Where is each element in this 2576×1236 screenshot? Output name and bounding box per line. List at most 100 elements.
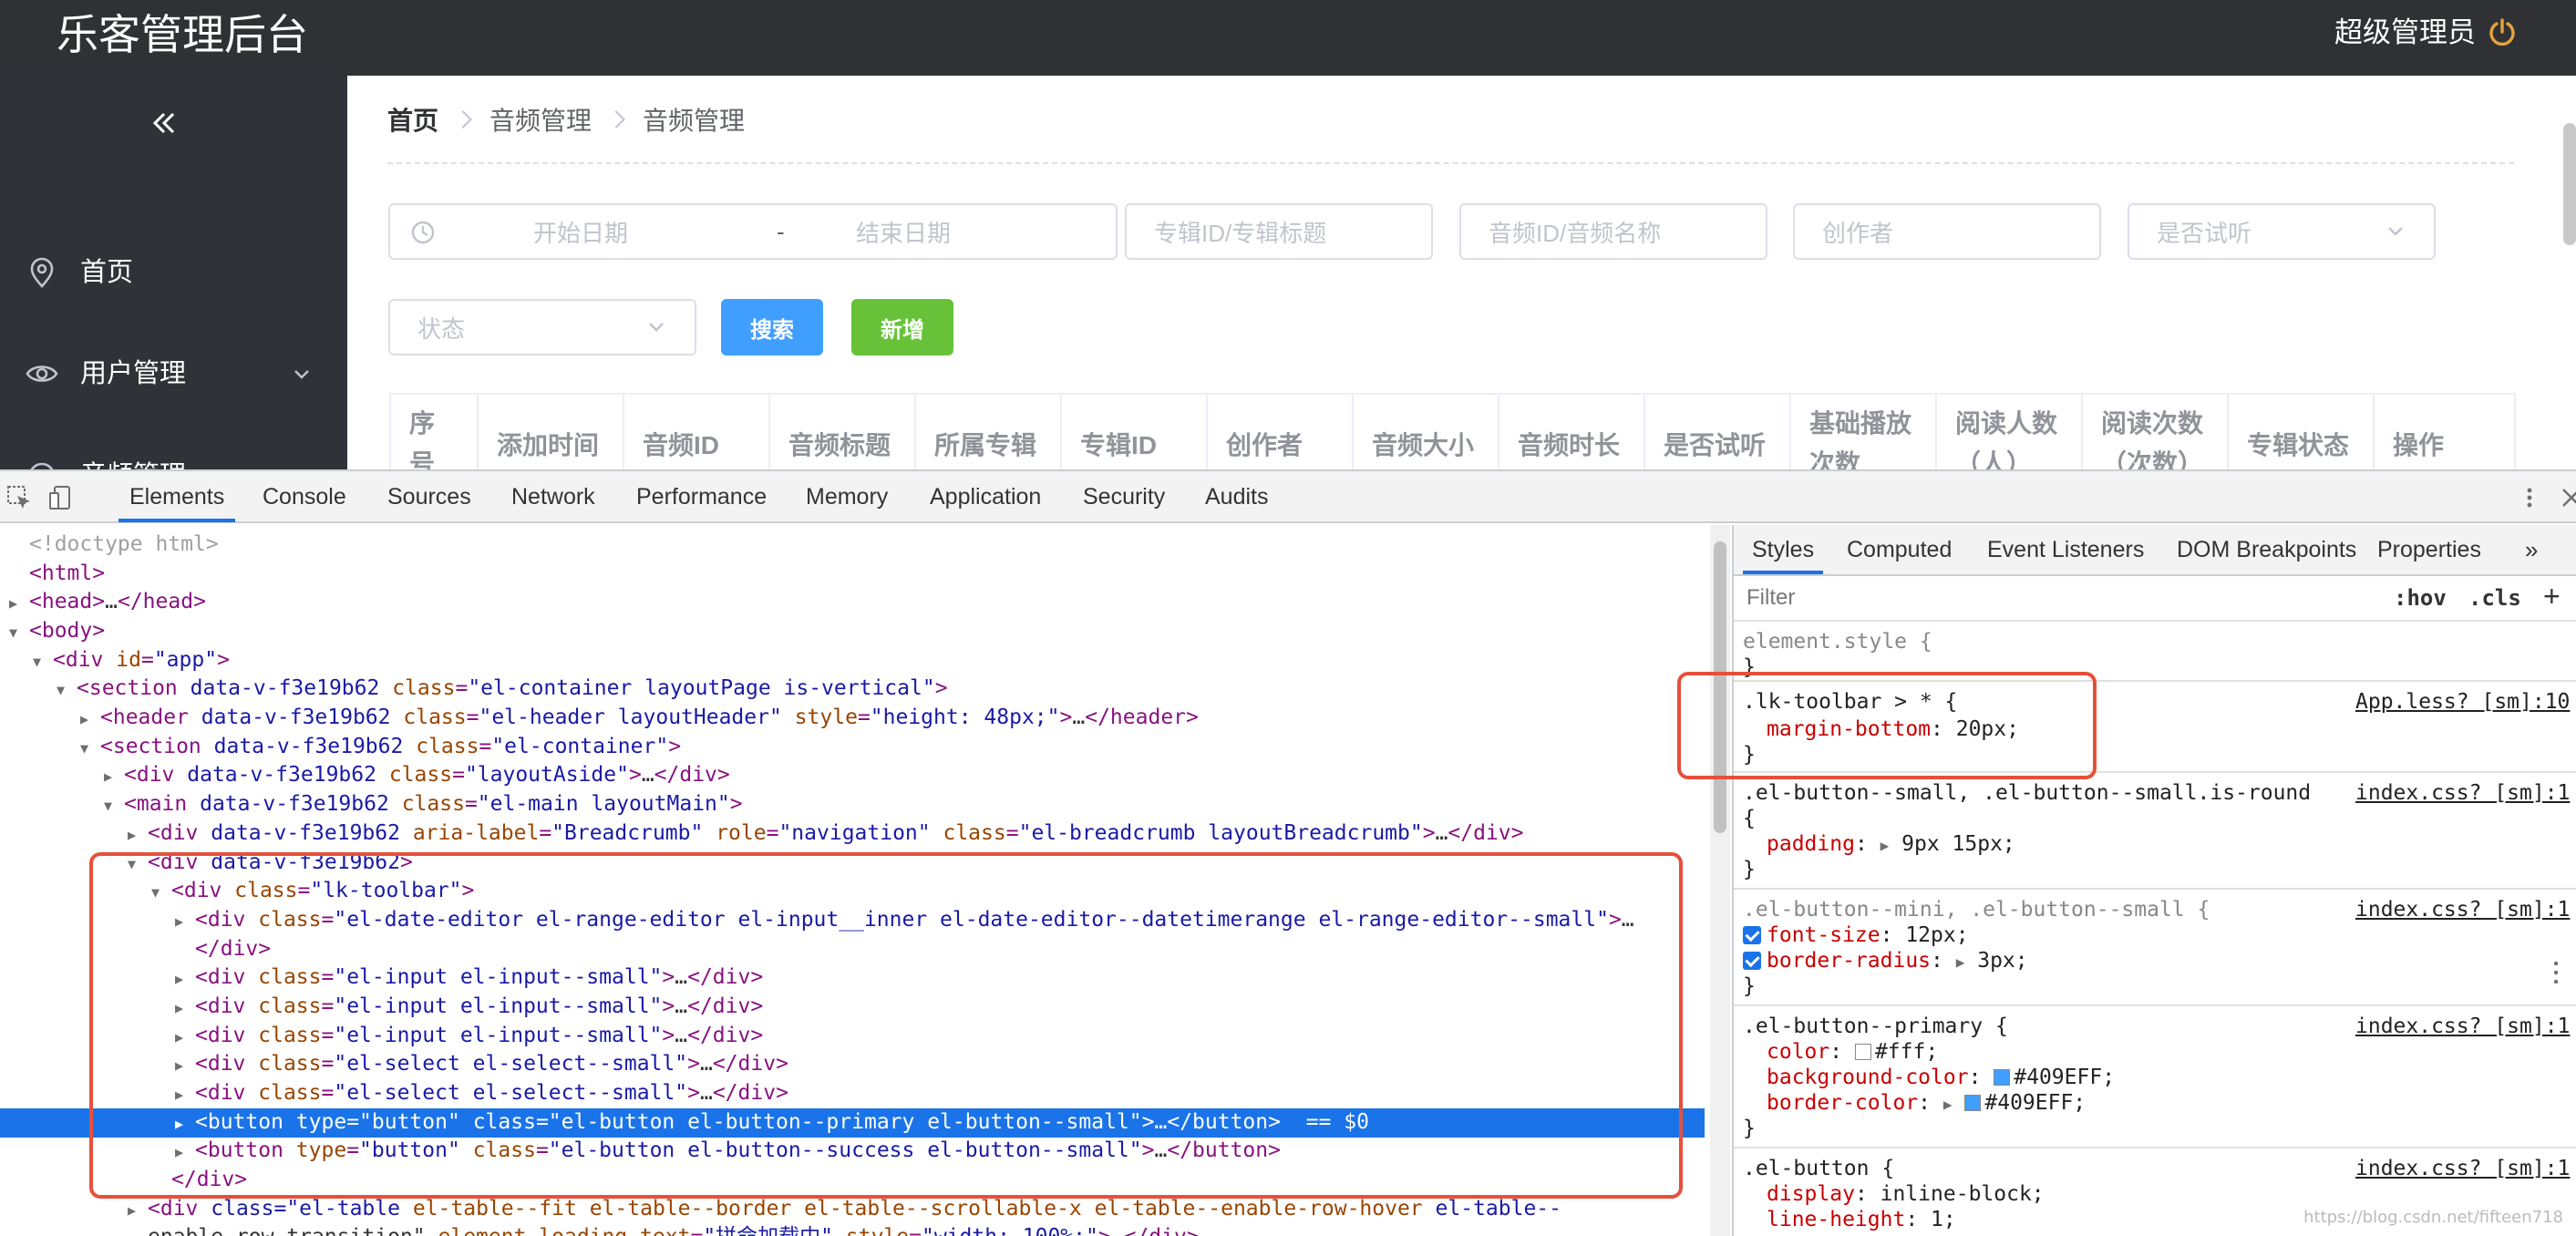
dom-node-line[interactable]: enable-row-transition" element-loading-t…: [0, 1223, 1705, 1236]
expand-triangle-icon[interactable]: ▼: [80, 735, 100, 764]
page-scrollbar[interactable]: [2563, 123, 2576, 245]
collapse-triangle-icon[interactable]: ▶: [80, 706, 100, 735]
column-header: 基础播放次数: [1791, 395, 1937, 469]
album-placeholder: 专辑ID/专辑标题: [1154, 219, 1327, 247]
cls-toggle[interactable]: .cls: [2468, 585, 2521, 611]
elements-scrollbar[interactable]: [1710, 525, 1730, 1236]
dom-node-line[interactable]: ▼ <main data-v-f3e19b62 class="el-main la…: [0, 790, 1705, 819]
breadcrumb-item[interactable]: 音频管理: [489, 101, 592, 138]
column-header: 专辑状态: [2229, 395, 2375, 469]
creator-input[interactable]: 创作者: [1793, 203, 2101, 260]
date-range-picker[interactable]: 开始日期 - 结束日期: [388, 203, 1118, 260]
dom-node-line[interactable]: ▼ <div id="app">: [0, 646, 1705, 675]
highlight-box-rule: [1677, 672, 2097, 779]
collapse-triangle-icon[interactable]: ▶: [128, 1197, 148, 1226]
property-checkbox[interactable]: [1743, 926, 1761, 944]
divider: [387, 162, 2514, 164]
album-search-input[interactable]: 专辑ID/专辑标题: [1125, 203, 1433, 260]
dom-node-line[interactable]: ▶ <head>…</head>: [0, 588, 1705, 617]
dom-node-line[interactable]: ▼ <body>: [0, 617, 1705, 646]
sidebar-item-users[interactable]: 用户管理: [0, 332, 347, 414]
end-date-input[interactable]: 结束日期: [856, 215, 951, 249]
filter-input[interactable]: Filter: [1747, 585, 1795, 611]
collapse-icon[interactable]: [146, 105, 182, 141]
dom-node-line[interactable]: <html>: [0, 560, 1705, 589]
tab-application[interactable]: Application: [930, 471, 1041, 522]
rule-source-link[interactable]: index.css? [sm]:1: [2355, 780, 2570, 806]
tab-properties[interactable]: Properties: [2377, 525, 2481, 574]
dom-node-line[interactable]: ▼ <section data-v-f3e19b62 class="el-cont…: [0, 733, 1705, 762]
tab-event-listeners[interactable]: Event Listeners: [1987, 525, 2144, 574]
tab-dom-breakpoints[interactable]: DOM Breakpoints: [2177, 525, 2356, 574]
dom-node-line[interactable]: ▶ <div data-v-f3e19b62 class="layoutAside…: [0, 761, 1705, 790]
rule-selector: .el-button--mini, .el-button--small {: [1743, 898, 2210, 922]
expand-triangle-icon[interactable]: ▼: [33, 648, 53, 677]
color-swatch[interactable]: [1994, 1069, 2011, 1086]
chevron-down-icon: [294, 370, 309, 379]
tab-network[interactable]: Network: [511, 471, 595, 522]
expand-triangle-icon[interactable]: ▼: [104, 792, 124, 821]
power-icon[interactable]: [2487, 17, 2518, 48]
rule-source-link[interactable]: index.css? [sm]:1: [2355, 1014, 2570, 1039]
chevron-down-icon: [2388, 227, 2403, 236]
dom-node-line[interactable]: ▶ <div data-v-f3e19b62 aria-label="Breadc…: [0, 819, 1705, 849]
tab-elements[interactable]: Elements: [118, 471, 236, 522]
style-property: border-color: ▶ #409EFF;: [1767, 1091, 2087, 1115]
style-property: background-color: #409EFF;: [1767, 1066, 2116, 1089]
app-title: 乐客管理后台: [57, 11, 308, 58]
tab-performance[interactable]: Performance: [636, 471, 767, 522]
tab-audits[interactable]: Audits: [1205, 471, 1268, 522]
column-header: 专辑ID: [1062, 395, 1208, 469]
trial-select[interactable]: 是否试听: [2128, 203, 2436, 260]
creator-placeholder: 创作者: [1822, 219, 1894, 247]
dom-node-line[interactable]: <!doctype html>: [0, 530, 1705, 560]
tab-security[interactable]: Security: [1083, 471, 1165, 522]
column-header: 阅读次数（次数）: [2083, 395, 2229, 469]
style-property: border-radius: ▶ 3px;: [1743, 948, 2028, 975]
rule-close: }: [1743, 858, 1756, 881]
search-button[interactable]: 搜索: [721, 299, 823, 355]
watermark: https://blog.csdn.net/fifteen718: [2303, 1208, 2563, 1227]
trial-placeholder: 是否试听: [2157, 219, 2252, 247]
add-button[interactable]: 新增: [851, 299, 953, 355]
expand-triangle-icon[interactable]: ▼: [57, 676, 77, 706]
dom-node-line[interactable]: ▼ <section data-v-f3e19b62 class="el-cont…: [0, 675, 1705, 704]
hov-toggle[interactable]: :hov: [2394, 585, 2447, 611]
new-rule-icon[interactable]: +: [2543, 580, 2561, 613]
sidebar-item-home[interactable]: 首页: [0, 231, 347, 313]
more-tabs-icon[interactable]: »: [2525, 525, 2538, 574]
collapse-triangle-icon[interactable]: ▶: [128, 821, 148, 850]
rule-source-link[interactable]: index.css? [sm]:1: [2355, 1156, 2570, 1181]
start-date-input[interactable]: 开始日期: [533, 215, 628, 249]
breadcrumb-item[interactable]: 首页: [387, 101, 438, 138]
tab-computed[interactable]: Computed: [1847, 525, 1952, 574]
style-rule: .el-button--primary { index.css? [sm]:1 …: [1734, 1006, 2576, 1148]
style-property: color: #fff;: [1767, 1040, 1939, 1064]
color-swatch[interactable]: [1854, 1044, 1871, 1060]
rule-source-link[interactable]: index.css? [sm]:1: [2355, 897, 2570, 922]
dom-node-line[interactable]: ▶ <header data-v-f3e19b62 class="el-heade…: [0, 704, 1705, 733]
close-icon[interactable]: [2558, 484, 2576, 511]
tab-console[interactable]: Console: [263, 471, 346, 522]
audio-search-input[interactable]: 音频ID/音频名称: [1459, 203, 1767, 260]
rule-source-link[interactable]: App.less? [sm]:10: [2355, 689, 2570, 715]
admin-label[interactable]: 超级管理员: [2334, 13, 2476, 53]
tab-sources[interactable]: Sources: [387, 471, 471, 522]
dom-node-line[interactable]: ▶ <div class="el-table el-table--fit el-t…: [0, 1195, 1705, 1224]
status-select[interactable]: 状态: [388, 299, 696, 355]
property-checkbox[interactable]: [1743, 952, 1761, 970]
chevron-right-icon: [607, 110, 625, 129]
styles-tabbar: Styles Computed Event Listeners DOM Brea…: [1734, 525, 2576, 576]
expand-triangle-icon[interactable]: ▼: [9, 619, 29, 648]
color-swatch[interactable]: [1964, 1095, 1982, 1111]
more-vert-icon[interactable]: [2550, 959, 2561, 986]
rule-selector: .el-button--primary {: [1743, 1015, 2008, 1038]
more-vert-icon[interactable]: [2516, 484, 2543, 511]
inspect-icon[interactable]: [5, 484, 33, 511]
collapse-triangle-icon[interactable]: ▶: [9, 590, 29, 619]
device-toggle-icon[interactable]: [47, 484, 75, 511]
column-header: 所属专辑: [916, 395, 1062, 469]
tab-memory[interactable]: Memory: [806, 471, 888, 522]
collapse-triangle-icon[interactable]: ▶: [104, 763, 124, 792]
tab-styles[interactable]: Styles: [1743, 525, 1824, 574]
